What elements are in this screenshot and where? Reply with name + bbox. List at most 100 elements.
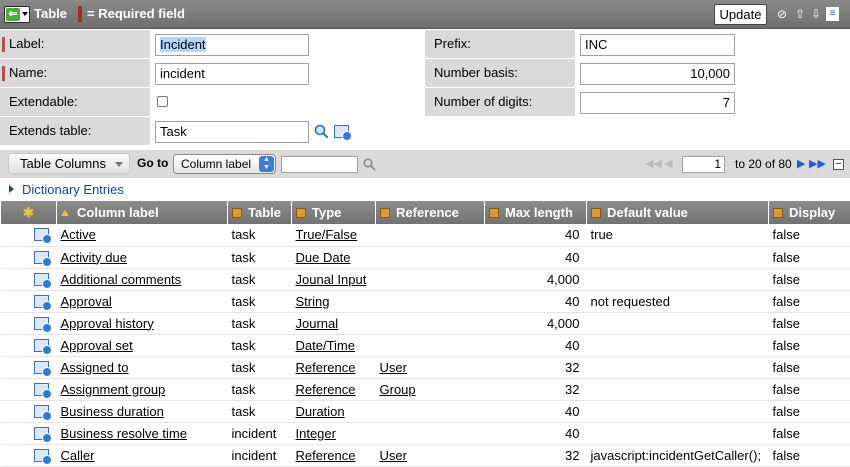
row-info-cell[interactable]	[0, 422, 57, 445]
table-row[interactable]: Business duration task Duration 40 false	[0, 400, 850, 423]
arrow-down-icon[interactable]: ⇩	[810, 6, 822, 22]
column-header[interactable]: Max length	[484, 201, 587, 224]
arrow-up-icon[interactable]: ⇧	[794, 6, 806, 22]
record-info-icon[interactable]	[33, 382, 52, 399]
name-field[interactable]: incident	[155, 63, 309, 85]
settings-column[interactable]: ✱	[0, 201, 57, 224]
table-row[interactable]: Activity due task Due Date 40 false	[0, 246, 850, 269]
goto-search-input[interactable]	[281, 156, 358, 173]
row-info-cell[interactable]	[0, 312, 57, 335]
record-info-icon[interactable]	[33, 404, 52, 421]
table-row[interactable]: Caller incident Reference User 32 javascript:…	[0, 444, 850, 467]
reference-cell[interactable]	[375, 312, 485, 335]
reference-link[interactable]: User	[380, 360, 407, 375]
table-row[interactable]: Business resolve time incident Integer 40 fa…	[0, 422, 850, 445]
first-page-icon[interactable]: ◀◀	[645, 157, 662, 170]
type-link[interactable]: Due Date	[296, 250, 351, 265]
reference-cell[interactable]: User	[375, 444, 485, 467]
search-icon[interactable]	[314, 124, 328, 138]
record-info-icon[interactable]	[33, 272, 52, 289]
last-page-icon[interactable]: ▶▶	[809, 157, 826, 170]
column-header[interactable]: Default value	[586, 201, 769, 224]
attachment-icon[interactable]: ⊘	[776, 6, 788, 22]
extendable-checkbox[interactable]	[157, 96, 168, 107]
reference-cell[interactable]: Group	[375, 378, 485, 401]
column-label-cell[interactable]: Active	[56, 224, 228, 247]
column-label-link[interactable]: Approval history	[61, 316, 154, 331]
column-label-link[interactable]: Business resolve time	[61, 426, 187, 441]
record-info-icon[interactable]	[33, 294, 52, 311]
reference-cell[interactable]	[375, 224, 485, 247]
row-info-cell[interactable]	[0, 334, 57, 357]
type-cell[interactable]: Reference	[291, 378, 376, 401]
label-field[interactable]: Incident	[155, 34, 309, 56]
type-link[interactable]: Reference	[296, 382, 356, 397]
column-header[interactable]: Table	[227, 201, 292, 224]
column-label-link[interactable]: Activity due	[61, 250, 127, 265]
column-header[interactable]: Column label	[56, 201, 228, 224]
type-link[interactable]: Integer	[296, 426, 336, 441]
row-info-cell[interactable]	[0, 290, 57, 313]
table-row[interactable]: Assignment group task Reference Group 32 fals…	[0, 378, 850, 401]
column-label-link[interactable]: Business duration	[61, 404, 164, 419]
table-row[interactable]: Additional comments task Jounal Input 4,000…	[0, 268, 850, 291]
row-info-cell[interactable]	[0, 246, 57, 269]
previous-page-icon[interactable]: ◀	[664, 157, 672, 170]
column-label-cell[interactable]: Approval history	[56, 312, 228, 335]
reference-cell[interactable]	[375, 268, 485, 291]
type-link[interactable]: Reference	[296, 448, 356, 463]
column-header[interactable]: Type	[291, 201, 376, 224]
number-basis-field[interactable]: 10,000	[580, 63, 735, 85]
table-row[interactable]: Approval set task Date/Time 40 false	[0, 334, 850, 357]
type-link[interactable]: Reference	[296, 360, 356, 375]
update-button[interactable]: Update	[714, 4, 767, 25]
column-label-cell[interactable]: Business resolve time	[56, 422, 228, 445]
column-label-cell[interactable]: Caller	[56, 444, 228, 467]
record-info-icon[interactable]	[33, 228, 52, 245]
column-label-cell[interactable]: Approval	[56, 290, 228, 313]
record-info-icon[interactable]	[33, 360, 52, 377]
table-row[interactable]: Approval history task Journal 4,000 false	[0, 312, 850, 335]
reference-link[interactable]: User	[380, 448, 407, 463]
column-label-cell[interactable]: Approval set	[56, 334, 228, 357]
table-columns-menu[interactable]: Table Columns	[8, 153, 130, 174]
column-label-link[interactable]: Active	[61, 227, 96, 242]
record-info-icon[interactable]	[33, 250, 52, 267]
type-cell[interactable]: Integer	[291, 422, 376, 445]
table-row[interactable]: Assigned to task Reference User 32 false	[0, 356, 850, 379]
type-link[interactable]: String	[296, 294, 330, 309]
reference-cell[interactable]	[375, 400, 485, 423]
type-link[interactable]: Journal	[296, 316, 339, 331]
row-info-cell[interactable]	[0, 400, 57, 423]
dictionary-entries-link[interactable]: Dictionary Entries	[22, 182, 124, 197]
row-info-cell[interactable]	[0, 378, 57, 401]
record-info-icon[interactable]	[33, 338, 52, 355]
type-link[interactable]: Date/Time	[296, 338, 355, 353]
next-page-icon[interactable]: ▶	[797, 157, 805, 170]
extends-table-field[interactable]: Task	[155, 121, 309, 143]
type-cell[interactable]: Due Date	[291, 246, 376, 269]
type-link[interactable]: Duration	[296, 404, 345, 419]
column-label-cell[interactable]: Activity due	[56, 246, 228, 269]
type-cell[interactable]: Jounal Input	[291, 268, 376, 291]
column-label-cell[interactable]: Assigned to	[56, 356, 228, 379]
type-cell[interactable]: Date/Time	[291, 334, 376, 357]
reference-cell[interactable]	[375, 422, 485, 445]
column-label-link[interactable]: Caller	[61, 448, 95, 463]
reference-cell[interactable]: User	[375, 356, 485, 379]
table-row[interactable]: Active task True/False 40 true false	[0, 224, 850, 247]
collapse-icon[interactable]: –	[833, 159, 844, 170]
record-info-icon[interactable]	[33, 316, 52, 333]
record-info-icon[interactable]	[33, 448, 52, 465]
column-label-cell[interactable]: Business duration	[56, 400, 228, 423]
type-link[interactable]: True/False	[296, 227, 358, 242]
column-label-link[interactable]: Assignment group	[61, 382, 166, 397]
type-cell[interactable]: True/False	[291, 224, 376, 247]
goto-field-select[interactable]: Column label ▲ ▼	[173, 154, 276, 174]
table-row[interactable]: Approval task String 40 not requested false	[0, 290, 850, 313]
row-info-cell[interactable]	[0, 444, 57, 467]
type-cell[interactable]: Journal	[291, 312, 376, 335]
column-label-cell[interactable]: Additional comments	[56, 268, 228, 291]
number-digits-field[interactable]: 7	[580, 92, 735, 114]
page-input[interactable]: 1	[682, 156, 725, 173]
